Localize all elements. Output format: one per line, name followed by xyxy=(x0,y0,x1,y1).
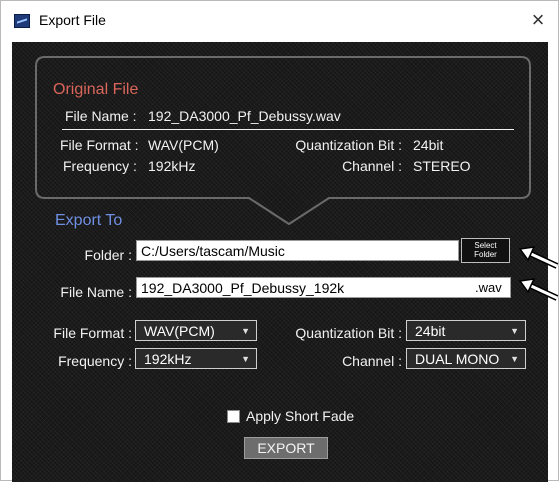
file-extension: .wav xyxy=(475,280,502,295)
callout-arrow-icon xyxy=(518,278,559,301)
app-icon xyxy=(14,14,30,28)
frequency-selected: 192kHz xyxy=(144,351,192,367)
channel-select[interactable]: DUAL MONO ▼ xyxy=(406,348,526,369)
select-folder-line2: Folder xyxy=(474,250,497,259)
file-name-input[interactable]: 192_DA3000_Pf_Debussy_192k xyxy=(136,277,511,298)
title-bar[interactable]: Export File × xyxy=(1,1,558,41)
chevron-down-icon: ▼ xyxy=(510,326,519,336)
select-folder-button[interactable]: Select Folder xyxy=(461,238,510,263)
orig-quantization-label: Quantization Bit : xyxy=(295,137,402,153)
folder-input[interactable]: C:/Users/tascam/Music xyxy=(136,240,459,261)
frequency-label: Frequency : xyxy=(58,353,132,369)
orig-quantization-value: 24bit xyxy=(413,137,444,153)
callout-arrows xyxy=(518,246,559,301)
orig-file-name-value: 192_DA3000_Pf_Debussy.wav xyxy=(148,108,341,124)
file-name-label: File Name : xyxy=(60,284,132,300)
select-folder-line1: Select xyxy=(474,241,497,250)
folder-label: Folder : xyxy=(84,247,132,263)
apply-short-fade-label: Apply Short Fade xyxy=(246,408,355,424)
file-format-label: File Format : xyxy=(53,325,132,341)
orig-file-format-value: WAV(PCM) xyxy=(148,137,219,153)
file-format-select[interactable]: WAV(PCM) ▼ xyxy=(135,320,257,341)
callout-arrow-icon xyxy=(518,246,559,269)
original-file-title: Original File xyxy=(53,81,139,98)
apply-short-fade-checkbox[interactable] xyxy=(227,410,240,423)
orig-frequency-label: Frequency : xyxy=(63,158,137,174)
chevron-down-icon: ▼ xyxy=(241,354,250,364)
orig-file-name-label: File Name : xyxy=(65,108,137,124)
chevron-down-icon: ▼ xyxy=(241,326,250,336)
original-file-divider xyxy=(62,129,514,130)
window-title: Export File xyxy=(39,12,106,28)
chevron-down-icon: ▼ xyxy=(510,354,519,364)
export-button[interactable]: EXPORT xyxy=(244,437,328,459)
channel-selected: DUAL MONO xyxy=(415,351,500,367)
frequency-select[interactable]: 192kHz ▼ xyxy=(135,348,257,369)
orig-frequency-value: 192kHz xyxy=(148,158,196,174)
channel-label: Channel : xyxy=(342,353,402,369)
orig-file-format-label: File Format : xyxy=(60,137,139,153)
file-format-selected: WAV(PCM) xyxy=(144,323,215,339)
orig-channel-label: Channel : xyxy=(342,158,402,174)
dialog-content: Original File File Name : 192_DA3000_Pf_… xyxy=(12,42,548,482)
orig-channel-value: STEREO xyxy=(413,158,471,174)
quantization-select[interactable]: 24bit ▼ xyxy=(406,320,526,341)
export-to-title: Export To xyxy=(55,212,123,229)
close-button[interactable]: × xyxy=(523,6,553,34)
export-file-dialog: Export File × Original File File Name : … xyxy=(0,0,559,482)
quantization-selected: 24bit xyxy=(415,323,446,339)
quantization-label: Quantization Bit : xyxy=(295,325,402,341)
